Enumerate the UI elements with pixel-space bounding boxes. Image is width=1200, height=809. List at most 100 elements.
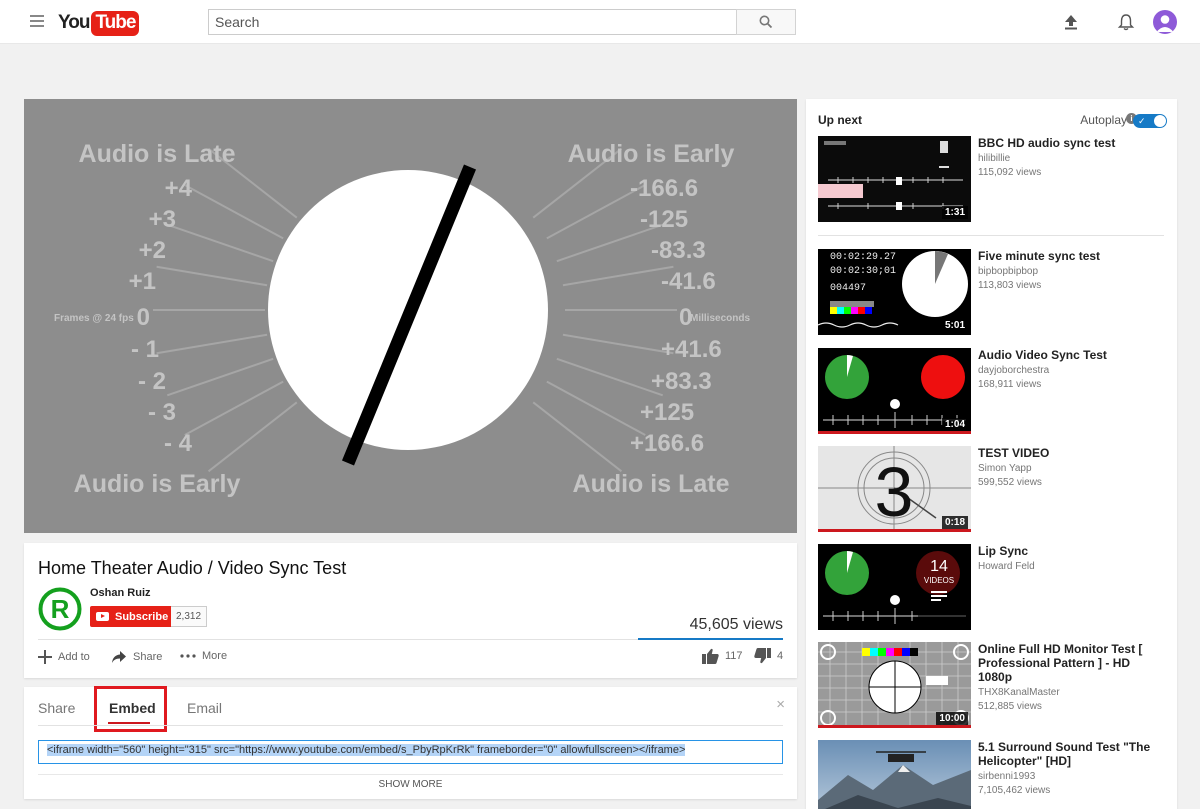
dislike-button[interactable]: 4	[754, 648, 783, 664]
playlist-title: Lip Sync	[978, 544, 1029, 558]
divider	[38, 774, 783, 775]
close-icon[interactable]: ×	[776, 696, 785, 713]
divider	[818, 235, 1164, 236]
related-video-item[interactable]: 00:02:29.27 00:02:30;01 004497 5:01 Five…	[818, 249, 1168, 339]
plus-icon	[38, 650, 52, 664]
video-duration: 5:01	[941, 319, 968, 332]
related-video-item[interactable]: 5.1 Surround Sound Test "The Helicopter"…	[818, 740, 1168, 809]
related-video-item[interactable]: 1:04 Audio Video Sync Test dayjoborchest…	[818, 348, 1168, 438]
svg-text:R: R	[51, 594, 70, 624]
tab-divider	[38, 725, 783, 726]
playlist-count: 14	[930, 558, 948, 575]
frame-counter-text: 004497	[830, 283, 866, 294]
view-count: 113,803 views	[978, 280, 1042, 291]
channel-name: Howard Feld	[978, 561, 1035, 572]
playlist-icon	[931, 591, 947, 601]
subscribe-button[interactable]: Subscribe	[90, 606, 176, 627]
frame-offset-label: +1	[129, 268, 156, 295]
ms-offset-label: -83.3	[651, 237, 706, 264]
video-title: Audio Video Sync Test	[978, 348, 1107, 362]
tab-email[interactable]: Email	[187, 700, 222, 716]
frame-offset-label: +4	[165, 175, 193, 202]
upload-icon[interactable]	[1060, 11, 1082, 33]
search-icon	[759, 15, 773, 29]
video-thumbnail	[818, 740, 971, 809]
timecode-text: 00:02:29.27	[830, 252, 896, 263]
embed-code-field[interactable]: <iframe width="560" height="315" src="ht…	[38, 740, 783, 764]
channel-name: hilibillie	[978, 153, 1011, 164]
video-duration: 1:31	[941, 206, 968, 219]
logo-tube-text: Tube	[91, 10, 140, 36]
youtube-play-icon	[96, 612, 109, 621]
ms-offset-label: -125	[640, 206, 688, 233]
ms-axis-label: Milliseconds	[690, 313, 750, 324]
video-title: 5.1 Surround Sound Test "The Helicopter"…	[978, 740, 1151, 768]
related-video-item[interactable]: 1:31 BBC HD audio sync test hilibillie 1…	[818, 136, 1168, 226]
autoplay-toggle[interactable]: ✓	[1133, 114, 1167, 128]
share-arrow-icon	[111, 650, 127, 664]
ms-offset-label: +83.3	[651, 368, 712, 395]
ms-offset-label: -41.6	[661, 268, 716, 295]
related-video-item[interactable]: 10:00 Online Full HD Monitor Test [ Prof…	[818, 642, 1168, 732]
video-title: Home Theater Audio / Video Sync Test	[38, 558, 347, 578]
search-input[interactable]	[208, 9, 736, 35]
view-count: 599,552 views	[978, 477, 1042, 488]
guide-menu-icon[interactable]	[30, 15, 44, 27]
view-count: 512,885 views	[978, 701, 1042, 712]
channel-name: sirbenni1993	[978, 771, 1036, 782]
playlist-thumbnail: 14 VIDEOS	[818, 544, 971, 630]
audio-early-label: Audio is Early	[74, 470, 241, 498]
share-button[interactable]: Share	[111, 650, 162, 664]
channel-name[interactable]: Oshan Ruiz	[90, 587, 151, 599]
view-count: 7,105,462 views	[978, 785, 1051, 796]
embed-code-text: <iframe width="560" height="315" src="ht…	[47, 744, 686, 756]
audio-late-label: Audio is Late	[79, 140, 236, 168]
channel-name: dayjoborchestra	[978, 365, 1050, 376]
watch-sidebar: Up next Autoplay i ✓ 1:31 BBC HD audio s…	[806, 99, 1177, 809]
subscribe-label: Subscribe	[115, 610, 169, 623]
tab-share[interactable]: Share	[38, 700, 75, 716]
channel-name: THX8KanalMaster	[978, 687, 1060, 698]
frame-offset-label: - 2	[138, 368, 166, 395]
video-player[interactable]: +4 +3 +2 +1 0 - 1 - 2 - 3 - 4 -166.6 -125 -83.3 -41.…	[24, 99, 797, 533]
share-panel: Share Embed Email × <iframe width="560" …	[24, 686, 797, 799]
video-thumbnail: 1:04	[818, 348, 971, 434]
search-bar	[208, 9, 796, 35]
video-duration: 0:18	[941, 516, 968, 529]
search-button[interactable]	[736, 9, 796, 35]
frame-offset-label: +2	[139, 237, 166, 264]
related-video-item[interactable]: 3 0:18 TEST VIDEO Simon Yapp 599,552 vie…	[818, 446, 1168, 536]
channel-avatar[interactable]: R	[38, 587, 82, 631]
audio-late-label: Audio is Late	[573, 470, 730, 498]
show-more-button[interactable]: SHOW MORE	[24, 779, 797, 790]
video-title: Five minute sync test	[978, 249, 1101, 263]
add-to-button[interactable]: Add to	[38, 650, 90, 664]
frame-offset-label: +3	[149, 206, 176, 233]
more-button[interactable]: More	[180, 650, 227, 662]
video-thumbnail: 10:00	[818, 642, 971, 728]
logo-you-text: You	[58, 12, 91, 33]
related-playlist-item[interactable]: 14 VIDEOS Lip Sync Howard Feld	[818, 544, 1168, 634]
playlist-label: VIDEOS	[923, 576, 955, 585]
frame-offset-label: - 1	[131, 336, 159, 363]
video-duration: 1:04	[941, 418, 968, 431]
sentiment-bar	[638, 638, 783, 640]
playlist-overlay: 14 VIDEOS	[921, 558, 957, 601]
like-button[interactable]: 117	[702, 648, 743, 664]
divider	[38, 639, 638, 640]
ms-offset-label: -166.6	[630, 175, 698, 202]
view-count: 45,605 views	[689, 616, 783, 633]
youtube-logo[interactable]: You Tube	[58, 10, 140, 36]
view-count: 115,092 views	[978, 167, 1042, 178]
video-title: BBC HD audio sync test	[978, 136, 1116, 150]
view-count: 168,911 views	[978, 379, 1042, 390]
check-icon: ✓	[1138, 116, 1146, 126]
share-label: Share	[133, 651, 163, 663]
video-thumbnail: 00:02:29.27 00:02:30;01 004497 5:01	[818, 249, 971, 335]
ms-offset-label: +125	[640, 399, 694, 426]
account-avatar[interactable]	[1153, 10, 1177, 34]
ms-offset-label: +41.6	[661, 336, 722, 363]
channel-name: Simon Yapp	[978, 463, 1032, 474]
notifications-bell-icon[interactable]	[1115, 11, 1137, 33]
audio-early-label: Audio is Early	[568, 140, 735, 168]
